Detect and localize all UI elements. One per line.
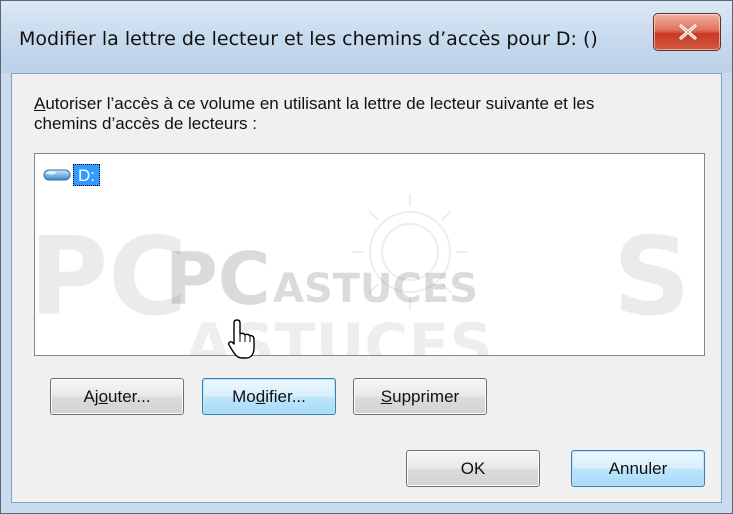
watermark-text-small: ASTUCES — [273, 266, 478, 312]
close-button[interactable] — [653, 13, 721, 51]
modify-button-label-start: Mo — [232, 387, 256, 406]
close-icon — [679, 24, 697, 40]
svg-text:PC: PC — [165, 237, 271, 321]
svg-text:S: S — [613, 215, 691, 340]
modify-button[interactable]: Modifier... — [202, 378, 336, 415]
drive-icon — [43, 169, 71, 181]
description-line-1: utoriser l’accès à ce volume en utilisan… — [45, 94, 595, 113]
window-title: Modifier la lettre de lecteur et les che… — [19, 28, 598, 50]
ok-button[interactable]: OK — [406, 450, 540, 487]
modify-button-accelerator: d — [255, 387, 266, 406]
add-button-accelerator: o — [98, 387, 109, 406]
delete-button-label-end: upprimer — [392, 387, 460, 406]
title-bar[interactable]: Modifier la lettre de lecteur et les che… — [1, 1, 732, 73]
list-item-label: D: — [73, 164, 100, 186]
mouse-pointer-icon — [228, 319, 255, 359]
description-accelerator: A — [34, 94, 46, 113]
description-label: Autoriser l’accès à ce volume en utilisa… — [34, 94, 714, 134]
pc-astuces-watermark: PC S PC ASTUCES ASTUCES — [35, 194, 691, 355]
cancel-button[interactable]: Annuler — [571, 450, 705, 487]
modify-button-label-end: ifier... — [265, 387, 306, 406]
add-button-label-start: Aj — [83, 387, 99, 406]
delete-button-accelerator: S — [380, 387, 393, 406]
dialog-body: Autoriser l’accès à ce volume en utilisa… — [11, 73, 722, 503]
dialog-window: Modifier la lettre de lecteur et les che… — [0, 0, 733, 514]
add-button[interactable]: Ajouter... — [50, 378, 184, 415]
drive-paths-listbox[interactable]: PC S PC ASTUCES ASTUCES D: — [34, 153, 705, 356]
add-button-label-end: uter... — [108, 387, 151, 406]
delete-button[interactable]: Supprimer — [353, 378, 487, 415]
description-line-2: chemins d’accès de lecteurs : — [34, 114, 257, 133]
